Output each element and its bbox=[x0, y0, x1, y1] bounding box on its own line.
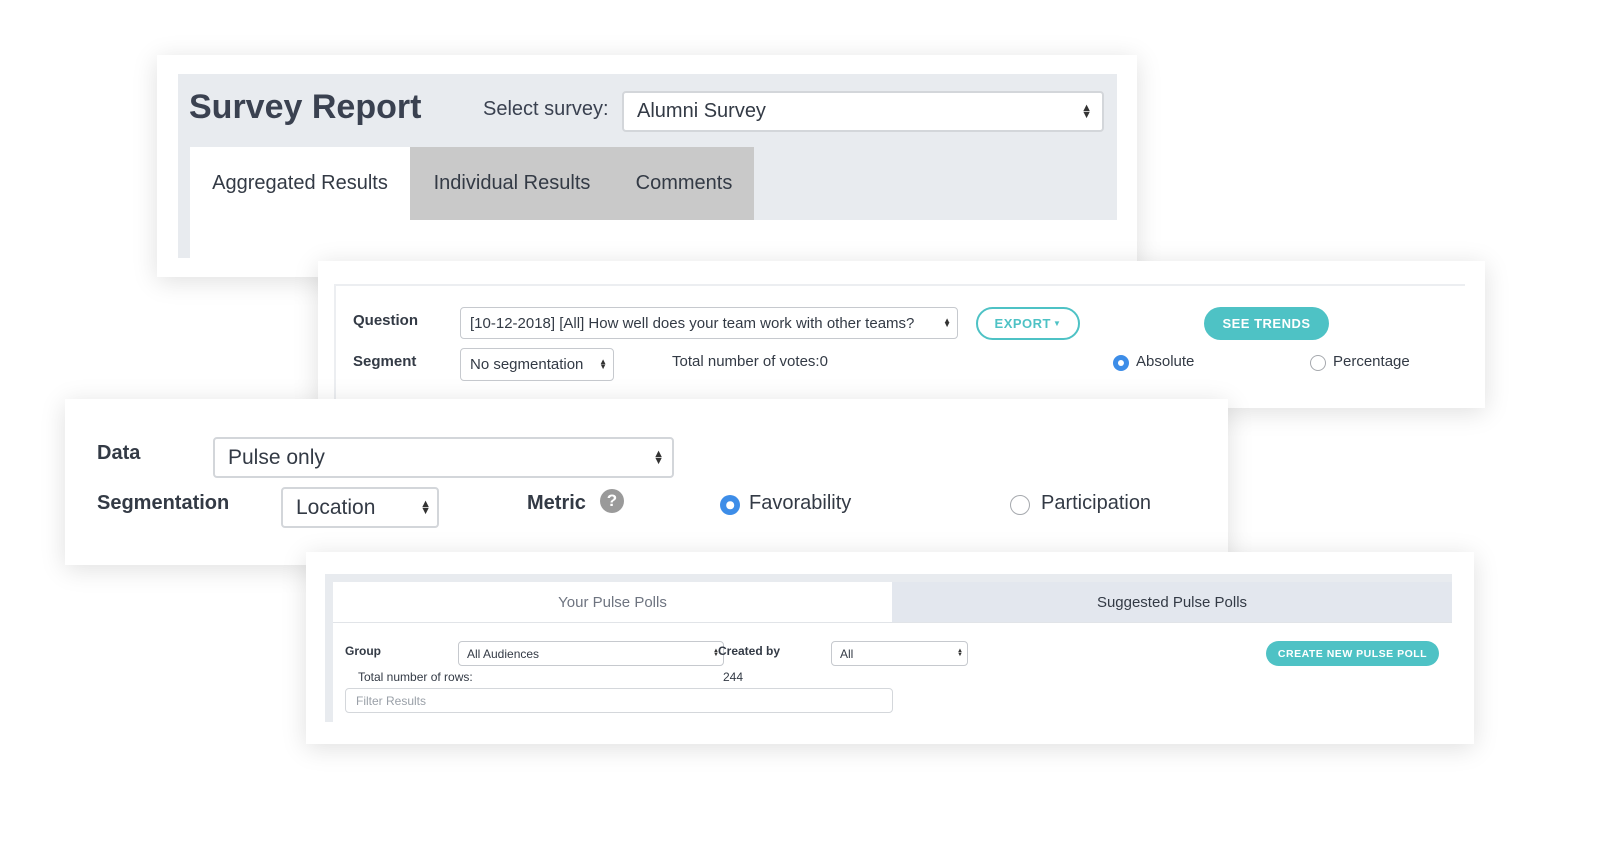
pulse-polls-card: Your Pulse Polls Suggested Pulse Polls G… bbox=[306, 552, 1474, 744]
select-survey-label: Select survey: bbox=[483, 98, 609, 120]
survey-select[interactable]: Alumni Survey ▲ ▼ bbox=[622, 91, 1104, 132]
data-panel-card: Data Pulse only ▲ ▼ Segmentation Location… bbox=[65, 399, 1228, 565]
question-panel-left-rule bbox=[334, 284, 336, 408]
segmentation-select[interactable]: Location ▲ ▼ bbox=[281, 487, 439, 528]
caret-down-icon: ▼ bbox=[1053, 319, 1062, 328]
data-label: Data bbox=[97, 442, 141, 464]
survey-select-value: Alumni Survey bbox=[637, 100, 766, 122]
select-arrows-icon: ▲ ▼ bbox=[653, 448, 664, 467]
select-arrows-icon: ▲ ▼ bbox=[420, 498, 431, 517]
page-title: Survey Report bbox=[189, 88, 422, 126]
total-rows-label: Total number of rows: bbox=[358, 670, 473, 684]
tab-comments-label: Comments bbox=[635, 172, 733, 194]
group-select[interactable]: All Audiences ▲ ▼ bbox=[458, 641, 724, 666]
question-panel-card: Question [10-12-2018] [All] How well doe… bbox=[318, 261, 1485, 408]
question-select-value: [10-12-2018] [All] How well does your te… bbox=[470, 314, 915, 332]
pulse-polls-frame-top bbox=[325, 574, 1452, 582]
create-new-pulse-poll-label: CREATE NEW PULSE POLL bbox=[1277, 647, 1428, 660]
radio-percentage[interactable] bbox=[1310, 355, 1326, 371]
group-label: Group bbox=[345, 644, 381, 658]
filter-results-input[interactable]: Filter Results bbox=[345, 688, 893, 713]
segmentation-select-value: Location bbox=[296, 495, 376, 519]
export-button-label: EXPORT bbox=[994, 316, 1052, 331]
radio-participation-label: Participation bbox=[1041, 492, 1152, 514]
created-by-label: Created by bbox=[718, 644, 781, 658]
created-by-select-value: All bbox=[840, 646, 854, 661]
tab-aggregated-results[interactable]: Aggregated Results bbox=[190, 147, 410, 220]
see-trends-button[interactable]: SEE TRENDS bbox=[1204, 307, 1329, 340]
radio-absolute[interactable] bbox=[1113, 355, 1129, 371]
tab-suggested-pulse-polls[interactable]: Suggested Pulse Polls bbox=[892, 582, 1452, 622]
pulse-polls-frame-left bbox=[325, 574, 333, 722]
radio-percentage-label: Percentage bbox=[1333, 353, 1410, 370]
tab-your-pulse-polls[interactable]: Your Pulse Polls bbox=[333, 582, 892, 622]
group-select-value: All Audiences bbox=[467, 646, 540, 661]
see-trends-button-label: SEE TRENDS bbox=[1222, 316, 1311, 331]
select-arrows-icon: ▲ ▼ bbox=[1081, 102, 1092, 121]
question-select[interactable]: [10-12-2018] [All] How well does your te… bbox=[460, 307, 958, 339]
survey-report-body bbox=[190, 220, 1117, 258]
segment-label: Segment bbox=[353, 353, 417, 370]
tab-divider bbox=[333, 622, 1452, 623]
radio-favorability-label: Favorability bbox=[749, 492, 852, 514]
total-rows-value: 244 bbox=[723, 670, 744, 684]
segmentation-label: Segmentation bbox=[97, 492, 230, 514]
data-select[interactable]: Pulse only ▲ ▼ bbox=[213, 437, 674, 478]
radio-absolute-label: Absolute bbox=[1136, 353, 1195, 370]
filter-results-placeholder: Filter Results bbox=[356, 693, 427, 708]
tab-aggregated-results-label: Aggregated Results bbox=[212, 172, 388, 194]
select-arrows-icon: ▲ ▼ bbox=[943, 315, 951, 329]
segment-select[interactable]: No segmentation ▲ ▼ bbox=[460, 348, 614, 381]
question-label: Question bbox=[353, 312, 419, 329]
select-arrows-icon: ▲ ▼ bbox=[599, 357, 607, 371]
help-icon[interactable]: ? bbox=[600, 489, 624, 513]
export-button[interactable]: EXPORT ▼ bbox=[976, 307, 1080, 340]
data-select-value: Pulse only bbox=[228, 445, 325, 469]
radio-participation[interactable] bbox=[1010, 495, 1030, 515]
tab-your-pulse-polls-label: Your Pulse Polls bbox=[558, 593, 667, 611]
create-new-pulse-poll-button[interactable]: CREATE NEW PULSE POLL bbox=[1266, 641, 1439, 666]
radio-favorability[interactable] bbox=[720, 495, 740, 515]
total-votes: Total number of votes:0 bbox=[672, 353, 828, 370]
survey-report-card: Survey Report Select survey: Alumni Surv… bbox=[157, 55, 1137, 277]
created-by-select[interactable]: All ▲ ▼ bbox=[831, 641, 968, 666]
tab-comments[interactable]: Comments bbox=[614, 147, 754, 220]
tab-individual-results[interactable]: Individual Results bbox=[410, 147, 614, 220]
metric-label: Metric bbox=[527, 492, 586, 514]
tab-suggested-pulse-polls-label: Suggested Pulse Polls bbox=[1096, 593, 1248, 611]
select-arrows-icon: ▲ ▼ bbox=[957, 648, 963, 658]
tab-individual-results-label: Individual Results bbox=[433, 172, 591, 194]
question-panel-top-rule bbox=[334, 284, 1465, 286]
segment-select-value: No segmentation bbox=[470, 356, 584, 373]
